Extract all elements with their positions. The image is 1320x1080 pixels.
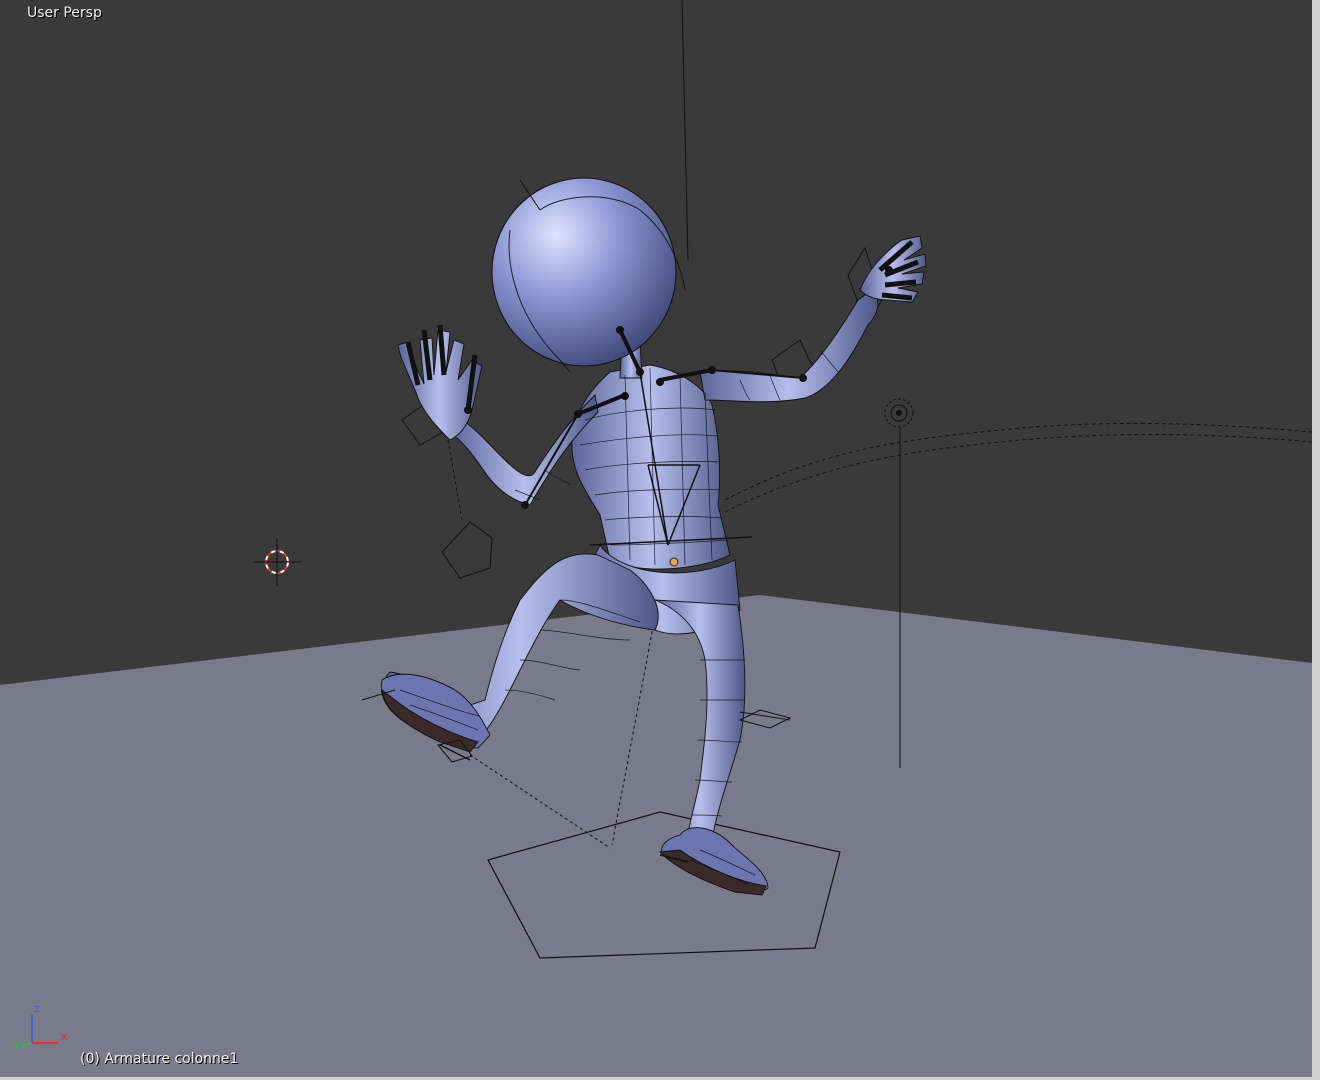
3d-viewport[interactable]: z x y User Persp (0) Armature colonne1: [0, 0, 1320, 1080]
head: [491, 177, 677, 367]
object-info-label: (0) Armature colonne1: [80, 1051, 239, 1067]
viewport-scene[interactable]: z x y: [0, 0, 1320, 1080]
floor-plane: [0, 595, 1312, 1080]
x-axis-label: x: [61, 1030, 68, 1043]
view-name-label: User Persp: [27, 5, 102, 21]
z-axis-label: z: [34, 1002, 40, 1015]
y-axis-label: y: [14, 1038, 21, 1051]
viewport-edge-right[interactable]: [1312, 0, 1320, 1080]
